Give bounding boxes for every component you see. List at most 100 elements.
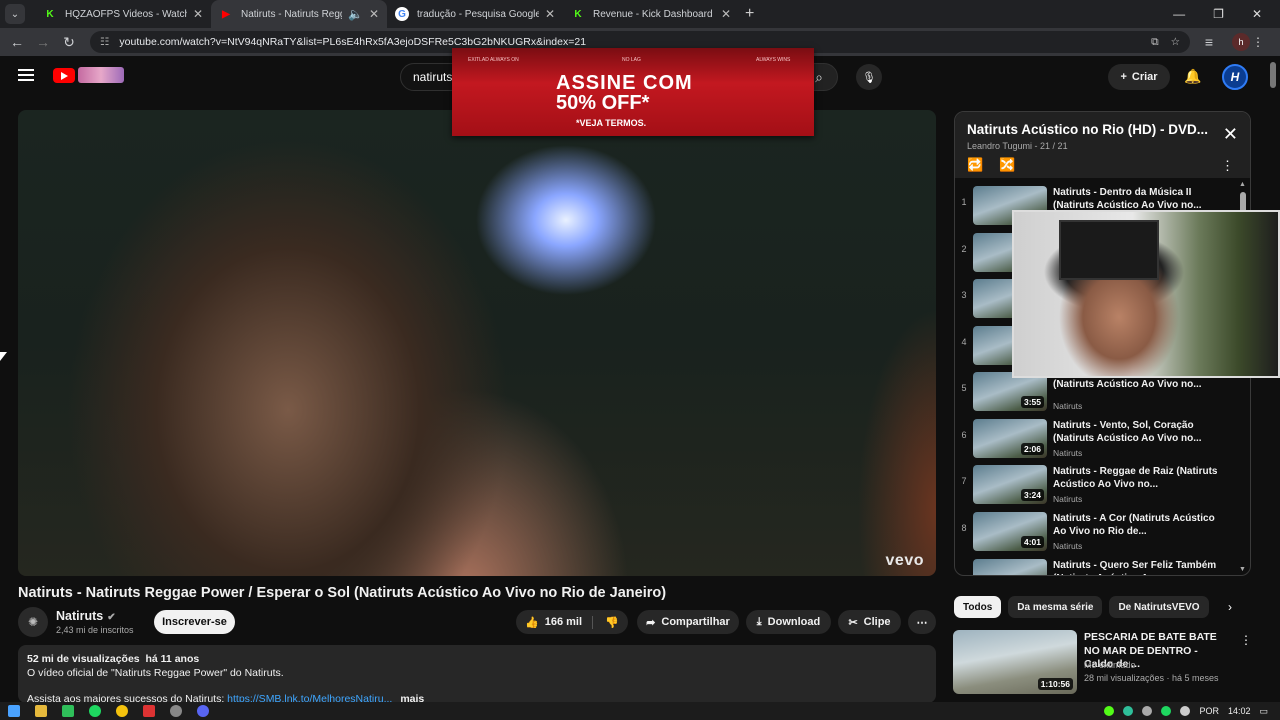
page-scrollbar[interactable] <box>1270 62 1276 88</box>
notifications-icon[interactable]: ▭ <box>1259 706 1268 717</box>
reload-icon[interactable]: ↻ <box>56 34 82 51</box>
chip-same-series[interactable]: Da mesma série <box>1008 596 1103 618</box>
profile-avatar[interactable]: h <box>1232 33 1250 51</box>
media-controls-icon[interactable]: ≡ <box>1196 34 1222 50</box>
youtube-doodle[interactable] <box>78 67 124 83</box>
back-icon[interactable]: ← <box>4 34 30 50</box>
playlist-item-title: Natiruts - Quero Ser Feliz Também (Natir… <box>1053 560 1217 575</box>
playlist-menu-icon[interactable]: ⋮ <box>1221 158 1234 174</box>
shuffle-icon[interactable]: 🔀 <box>999 157 1015 173</box>
recommendation-menu-icon[interactable]: ⋮ <box>1240 633 1252 647</box>
bookmark-star-icon[interactable]: ☆ <box>1171 36 1180 49</box>
tab-strip: ⌄ K HQZAOFPS Videos - Watch On ✕ ▶ Natir… <box>0 0 1280 28</box>
tab-title: Natiruts - Natiruts Reggae <box>241 8 342 20</box>
duration-badge: 3:55 <box>1020 396 1044 408</box>
spotify-icon[interactable] <box>89 705 101 717</box>
background-monitor <box>1059 220 1159 280</box>
playlist-item[interactable]: 6 2:06 Natiruts - Vento, Sol, Coração (N… <box>955 415 1237 461</box>
recommendation-chips: Todos Da mesma série De NatirutsVEVO <box>954 596 1209 618</box>
webcam-overlay <box>1012 210 1280 378</box>
scroll-up-icon[interactable]: ▲ <box>1239 181 1246 188</box>
tray-spotify-icon[interactable] <box>1161 706 1172 716</box>
windows-start-icon[interactable] <box>8 705 20 717</box>
verified-icon: ✔ <box>107 612 116 623</box>
tray-app-icon[interactable] <box>1123 706 1134 716</box>
notifications-bell-icon[interactable]: 🔔 <box>1184 68 1201 85</box>
create-button[interactable]: + Criar <box>1108 64 1170 90</box>
description-box[interactable]: 52 mi de visualizações há 11 anos O víde… <box>18 645 936 703</box>
tray-volume-icon[interactable] <box>1180 706 1191 716</box>
close-window-icon[interactable]: ✕ <box>1252 7 1262 21</box>
channel-name[interactable]: Natiruts ✔ <box>56 609 116 623</box>
download-label: Download <box>767 616 821 628</box>
file-explorer-icon[interactable] <box>35 705 47 717</box>
dislike-button[interactable]: 👎 <box>599 616 619 629</box>
chrome-icon[interactable] <box>116 705 128 717</box>
install-app-icon[interactable]: ⧉ <box>1151 36 1159 49</box>
close-icon[interactable]: ✕ <box>545 7 555 21</box>
channel-avatar[interactable]: ✺ <box>18 607 48 637</box>
close-playlist-icon[interactable]: ✕ <box>1223 124 1238 145</box>
playlist-item[interactable]: 8 4:01 Natiruts - A Cor (Natiruts Acústi… <box>955 508 1237 554</box>
browser-menu-icon[interactable]: ⋮ <box>1252 35 1264 49</box>
hamburger-menu-icon[interactable] <box>18 69 34 81</box>
share-button[interactable]: ➦ Compartilhar <box>637 610 739 634</box>
loop-icon[interactable]: 🔁 <box>967 157 983 173</box>
upload-age: há 11 anos <box>145 653 200 665</box>
recommendation-channel[interactable]: Mó extimado <box>1084 660 1136 670</box>
minimize-icon[interactable]: — <box>1173 7 1185 21</box>
tab-natiruts[interactable]: ▶ Natiruts - Natiruts Reggae 🔈 ✕ <box>211 0 387 28</box>
new-tab-button[interactable]: + <box>745 5 754 23</box>
maximize-icon[interactable]: ❐ <box>1213 7 1224 21</box>
plus-icon: + <box>1120 71 1127 83</box>
chevron-right-icon[interactable]: › <box>1228 600 1232 614</box>
clip-label: Clipe <box>863 616 891 628</box>
video-player[interactable]: vevo <box>18 110 936 576</box>
playlist-item-thumbnail[interactable]: 4:01 <box>973 512 1047 551</box>
recommendation-thumbnail[interactable]: 1:10:56 <box>953 630 1077 694</box>
playlist-item[interactable]: 7 3:24 Natiruts - Reggae de Raiz (Natiru… <box>955 461 1237 507</box>
discord-icon[interactable] <box>197 705 209 717</box>
tab-search-button[interactable]: ⌄ <box>5 4 25 24</box>
scroll-down-icon[interactable]: ▼ <box>1239 566 1246 573</box>
app-icon[interactable] <box>62 705 74 717</box>
tray-network-icon[interactable] <box>1142 706 1153 716</box>
close-icon[interactable]: ✕ <box>721 7 731 21</box>
playlist-title[interactable]: Natiruts Acústico no Rio (HD) - DVD... <box>967 122 1217 137</box>
playlist-position: 21 / 21 <box>1040 141 1068 151</box>
forward-icon[interactable]: → <box>30 34 56 50</box>
close-icon[interactable]: ✕ <box>369 7 379 21</box>
site-info-icon[interactable]: ☷ <box>100 36 109 48</box>
overlay-ad-banner[interactable]: EXITLAD ALWAYS ON NO LAG ALWAYS WINS ASS… <box>452 48 814 136</box>
subscribe-button[interactable]: Inscrever-se <box>154 610 235 634</box>
youtube-logo[interactable] <box>53 68 75 83</box>
playlist-item-thumbnail[interactable]: 2:06 <box>973 419 1047 458</box>
clip-button[interactable]: ✂ Clipe <box>838 610 901 634</box>
speaker-icon[interactable]: 🔈 <box>348 7 363 21</box>
language-indicator[interactable]: POR <box>1199 706 1219 716</box>
create-label: Criar <box>1131 71 1158 83</box>
playlist-item[interactable]: Natiruts - Quero Ser Feliz Também (Natir… <box>955 555 1237 575</box>
voice-search-button[interactable]: 🎙 <box>856 64 882 90</box>
chip-all[interactable]: Todos <box>954 596 1002 618</box>
recommendation-meta: 28 mil visualizações · há 5 meses <box>1084 673 1219 683</box>
tray-kick-icon[interactable] <box>1104 706 1115 716</box>
duration-badge: 2:06 <box>1020 443 1044 455</box>
obs-icon[interactable] <box>170 705 182 717</box>
tab-kick-dashboard[interactable]: K Revenue - Kick Dashboard ✕ <box>563 0 739 28</box>
clock[interactable]: 14:02 <box>1228 706 1251 716</box>
like-button[interactable]: 👍 166 mil <box>525 615 594 629</box>
account-avatar[interactable]: H <box>1222 64 1248 90</box>
windows-taskbar: POR 14:02 ▭ <box>0 702 1280 720</box>
tab-hqzaofps[interactable]: K HQZAOFPS Videos - Watch On ✕ <box>35 0 211 28</box>
chip-from-channel[interactable]: De NatirutsVEVO <box>1109 596 1209 618</box>
recorder-icon[interactable] <box>143 705 155 717</box>
download-button[interactable]: ⤓ Download <box>746 610 831 634</box>
close-icon[interactable]: ✕ <box>193 7 203 21</box>
tab-google-search[interactable]: G tradução - Pesquisa Google ✕ <box>387 0 563 28</box>
playlist-item-thumbnail[interactable] <box>973 559 1047 575</box>
playlist-owner[interactable]: Leandro Tugumi <box>967 141 1032 151</box>
more-actions-button[interactable]: ⋯ <box>908 610 936 634</box>
playlist-item-channel: Natiruts <box>1053 494 1083 504</box>
playlist-item-thumbnail[interactable]: 3:24 <box>973 465 1047 504</box>
